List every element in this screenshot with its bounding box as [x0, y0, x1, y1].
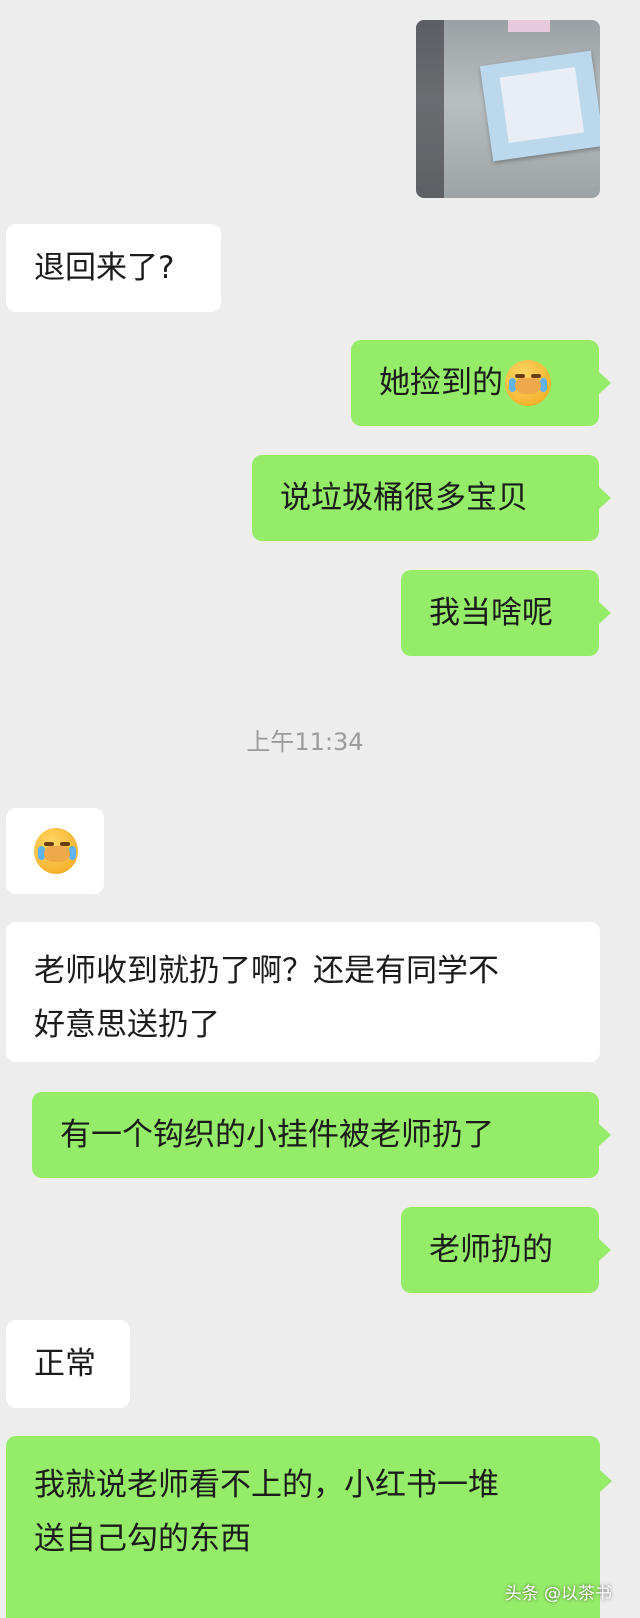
chat-bubble[interactable]: 老师扔的 [401, 1207, 599, 1293]
photo-pink-object [508, 20, 550, 32]
watermark: 头条 @以茶书 [504, 1584, 612, 1604]
chat-bubble[interactable]: 老师收到就扔了啊？还是有同学不 好意思送扔了 [6, 922, 600, 1062]
message-text-line: 好意思送扔了 [34, 1007, 220, 1043]
chat-bubble[interactable]: 说垃圾桶很多宝贝 [252, 455, 599, 541]
message-text-line: 我就说老师看不上的，小红书一堆 [34, 1467, 499, 1503]
message-text: 说垃圾桶很多宝贝 [280, 480, 528, 516]
message-text: 老师扔的 [429, 1232, 553, 1268]
chat-bubble[interactable]: 我当啥呢 [401, 570, 599, 656]
chat-bubble[interactable] [6, 808, 104, 894]
chat-bubble[interactable]: 正常 [6, 1320, 130, 1408]
facepalm-crying-emoji [505, 360, 551, 406]
message-text: 退回来了? [34, 250, 175, 286]
chat-bubble[interactable]: 她捡到的 [351, 340, 599, 426]
message-text: 我当啥呢 [429, 595, 553, 631]
photo-shadow [416, 20, 444, 198]
chat-bubble[interactable]: 有一个钩织的小挂件被老师扔了 [32, 1092, 599, 1178]
message-text-line: 老师收到就扔了啊？还是有同学不 [34, 953, 499, 989]
message-text: 有一个钩织的小挂件被老师扔了 [60, 1117, 494, 1153]
message-text: 正常 [34, 1346, 96, 1382]
sent-photo[interactable] [416, 20, 600, 198]
timestamp: 上午11:34 [246, 728, 364, 756]
message-text: 她捡到的 [379, 365, 503, 401]
photo-card [479, 50, 600, 162]
facepalm-crying-emoji [34, 828, 78, 874]
chat-bubble[interactable]: 退回来了? [6, 224, 221, 312]
message-text-line: 送自己勾的东西 [34, 1521, 251, 1557]
